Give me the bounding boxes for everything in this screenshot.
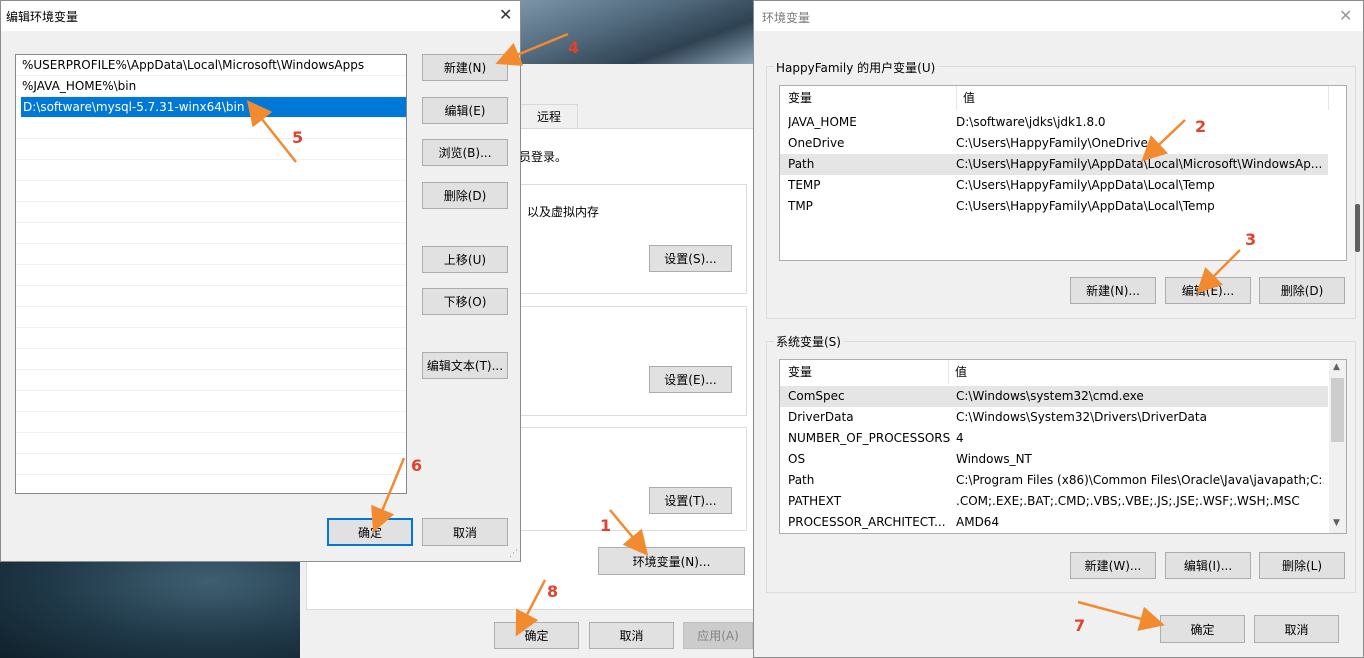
- arrow-4: [495, 32, 569, 66]
- arrow-2: [1141, 119, 1186, 162]
- annotation-5: 5: [292, 128, 304, 147]
- arrow-8: [515, 579, 547, 637]
- annotation-8: 8: [547, 582, 559, 601]
- annotation-arrows: [246, 32, 1241, 637]
- annotation-7: 7: [1074, 616, 1086, 635]
- arrow-7: [1077, 600, 1165, 631]
- annotation-3: 3: [1245, 230, 1257, 249]
- arrow-5: [246, 100, 297, 163]
- annotation-1: 1: [600, 516, 612, 535]
- arrow-1: [609, 509, 649, 556]
- arrow-6: [371, 457, 406, 533]
- annotation-2: 2: [1195, 117, 1207, 136]
- annotation-4: 4: [568, 38, 580, 57]
- annotation-6: 6: [411, 456, 423, 475]
- arrow-3: [1196, 249, 1241, 294]
